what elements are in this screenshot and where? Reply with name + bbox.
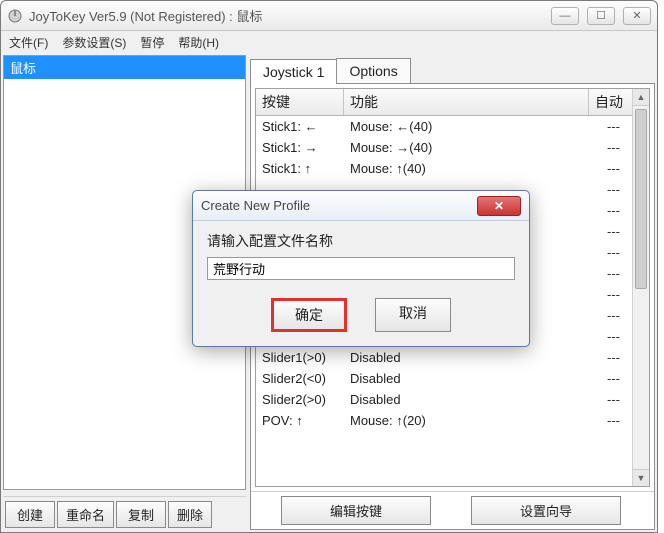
cell-auto: --- [572, 370, 632, 387]
cell-key: Slider2(<0) [256, 370, 344, 387]
cell-auto: --- [572, 118, 632, 135]
create-profile-button[interactable]: 创建 [5, 501, 55, 528]
cell-func: Mouse: ↑(20) [344, 412, 572, 429]
dialog-close-button[interactable]: ✕ [477, 196, 521, 216]
dialog-prompt: 请输入配置文件名称 [207, 231, 515, 251]
cell-auto: --- [572, 265, 632, 282]
cell-key: Stick1: → [256, 139, 344, 156]
create-profile-dialog: Create New Profile ✕ 请输入配置文件名称 确定 取消 [192, 190, 530, 347]
cell-key: Stick1: ← [256, 118, 344, 135]
dialog-title: Create New Profile [201, 198, 310, 213]
menubar: 文件(F) 参数设置(S) 暂停 帮助(H) [1, 31, 657, 53]
maximize-button[interactable]: ☐ [587, 7, 615, 25]
table-header-row: 按键 功能 自动 [256, 89, 649, 116]
dialog-ok-button[interactable]: 确定 [271, 298, 347, 332]
copy-profile-button[interactable]: 复制 [116, 501, 166, 528]
cell-func: Mouse: ↑(40) [344, 160, 572, 177]
cell-auto: --- [572, 307, 632, 324]
vertical-scrollbar[interactable]: ▲ ▼ [632, 89, 649, 486]
col-header-key[interactable]: 按键 [256, 89, 344, 115]
dialog-body: 请输入配置文件名称 确定 取消 [193, 221, 529, 346]
setup-wizard-button[interactable]: 设置向导 [471, 496, 621, 525]
left-button-row: 创建 重命名 复制 删除 [3, 496, 246, 530]
titlebar: JoyToKey Ver5.9 (Not Registered) : 鼠标 — … [1, 1, 657, 31]
cell-key: Slider2(>0) [256, 391, 344, 408]
profile-name-input[interactable] [207, 257, 515, 280]
cell-auto: --- [572, 139, 632, 156]
table-row[interactable]: Slider2(>0)Disabled--- [256, 389, 632, 410]
dialog-titlebar: Create New Profile ✕ [193, 191, 529, 221]
window-title: JoyToKey Ver5.9 (Not Registered) : 鼠标 [29, 6, 551, 25]
table-row[interactable]: Stick1: ↑Mouse: ↑(40)--- [256, 158, 632, 179]
tabstrip: Joystick 1 Options [250, 55, 655, 83]
cell-auto: --- [572, 328, 632, 345]
cell-auto: --- [572, 412, 632, 429]
cell-auto: --- [572, 223, 632, 240]
tab-joystick[interactable]: Joystick 1 [250, 59, 337, 84]
rename-profile-button[interactable]: 重命名 [57, 501, 114, 528]
menu-file[interactable]: 文件(F) [9, 34, 48, 51]
scroll-down-icon[interactable]: ▼ [633, 469, 649, 486]
cell-key: Stick1: ↑ [256, 160, 344, 177]
table-row[interactable]: Stick1: ←Mouse: ←(40)--- [256, 116, 632, 137]
cell-auto: --- [572, 349, 632, 366]
cell-key: POV: ↑ [256, 412, 344, 429]
cell-func: Disabled [344, 391, 572, 408]
menu-help[interactable]: 帮助(H) [178, 34, 219, 51]
tab-options[interactable]: Options [336, 58, 410, 83]
app-icon [7, 8, 23, 24]
dialog-button-row: 确定 取消 [207, 298, 515, 332]
table-row[interactable]: Slider1(>0)Disabled--- [256, 347, 632, 368]
cell-auto: --- [572, 160, 632, 177]
cell-auto: --- [572, 391, 632, 408]
cell-func: Disabled [344, 370, 572, 387]
dialog-cancel-button[interactable]: 取消 [375, 298, 451, 332]
scroll-thumb[interactable] [635, 109, 647, 289]
delete-profile-button[interactable]: 删除 [168, 501, 212, 528]
cell-auto: --- [572, 286, 632, 303]
edit-button-mapping[interactable]: 编辑按键 [281, 496, 431, 525]
cell-key: Slider1(>0) [256, 349, 344, 366]
right-button-row: 编辑按键 设置向导 [251, 491, 654, 529]
table-row[interactable]: Slider2(<0)Disabled--- [256, 368, 632, 389]
cell-auto: --- [572, 202, 632, 219]
table-row[interactable]: Stick1: →Mouse: →(40)--- [256, 137, 632, 158]
cell-func: Mouse: ←(40) [344, 118, 572, 135]
table-row[interactable]: POV: ↑Mouse: ↑(20)--- [256, 410, 632, 431]
menu-pause[interactable]: 暂停 [140, 34, 164, 51]
cell-auto: --- [572, 244, 632, 261]
menu-settings[interactable]: 参数设置(S) [62, 34, 126, 51]
scroll-up-icon[interactable]: ▲ [633, 89, 649, 106]
close-button[interactable]: ✕ [623, 7, 651, 25]
cell-func: Mouse: →(40) [344, 139, 572, 156]
col-header-func[interactable]: 功能 [344, 89, 589, 115]
profile-item-selected[interactable]: 鼠标 [4, 56, 245, 79]
minimize-button[interactable]: — [551, 7, 579, 25]
cell-auto: --- [572, 181, 632, 198]
cell-func: Disabled [344, 349, 572, 366]
